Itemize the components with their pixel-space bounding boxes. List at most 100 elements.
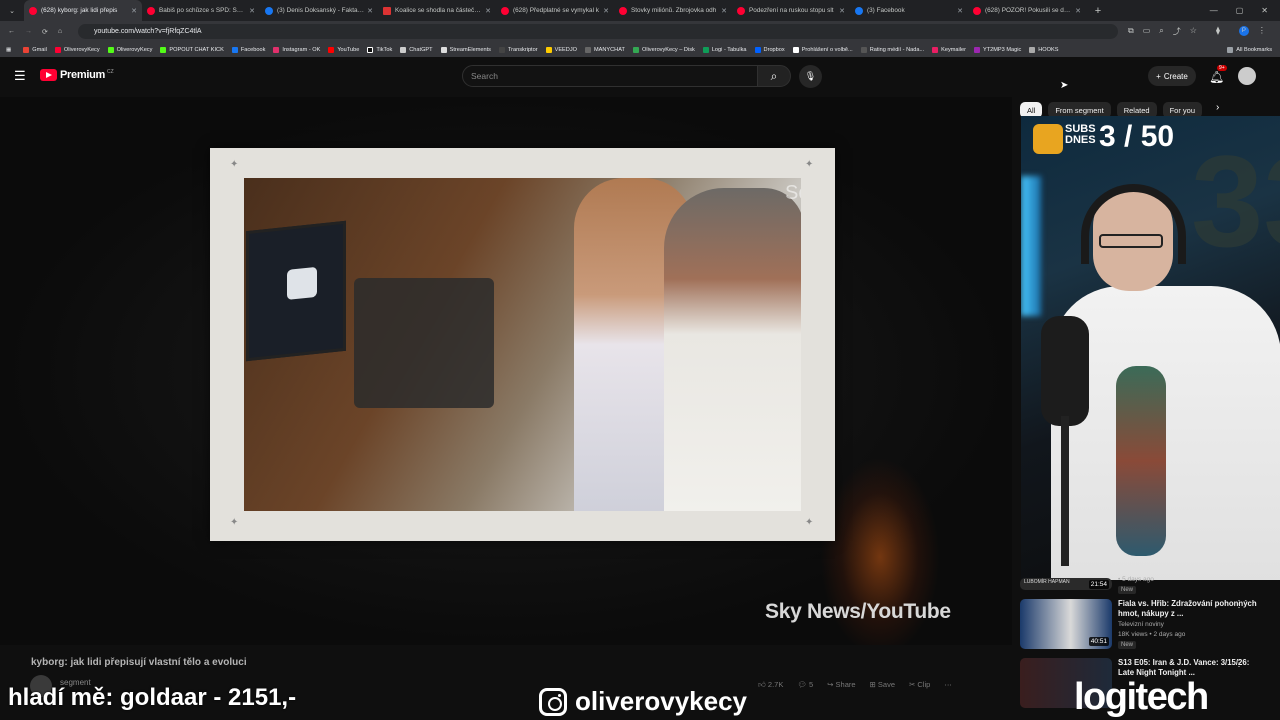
more-options-icon[interactable]: ⋯: [944, 680, 952, 690]
new-tab-button[interactable]: +: [1086, 0, 1110, 21]
hamburger-menu-icon[interactable]: ☰: [14, 68, 26, 84]
close-icon[interactable]: ✕: [839, 7, 845, 15]
all-bookmarks[interactable]: All Bookmarks: [1227, 46, 1272, 53]
share-icon[interactable]: ⤴: [1173, 26, 1181, 37]
save-button[interactable]: ⊞ Save: [870, 680, 895, 690]
extensions-icon[interactable]: ⧫: [1216, 26, 1220, 37]
bookmark-item[interactable]: ChatGPT: [400, 46, 433, 53]
clip-button[interactable]: ✂ Clip: [909, 680, 930, 690]
bookmarks-bar: ▦ Gmail OliverovyKecy OliverovyKecy POPO…: [0, 42, 1280, 57]
youtube-icon: [147, 6, 155, 15]
like-button[interactable]: 👍︎ 2.7K: [758, 680, 783, 690]
close-icon[interactable]: ✕: [957, 7, 963, 15]
new-badge: New: [1118, 586, 1137, 594]
bookmark-item[interactable]: StreamElements: [440, 46, 491, 53]
forward-icon[interactable]: →: [25, 28, 32, 35]
browser-tab[interactable]: (3) Denis Doksanský - Fakta vs. ✕: [260, 0, 378, 21]
close-window-icon[interactable]: ✕: [1261, 6, 1268, 15]
tab-search-button[interactable]: ⌄: [0, 0, 24, 21]
bookmark-item[interactable]: Rating médií - Nada...: [860, 46, 924, 53]
bookmark-item[interactable]: POPOUT CHAT KICK: [160, 46, 224, 53]
bookmark-item[interactable]: Logi - Tabulka: [702, 46, 747, 53]
notifications-button[interactable]: 🔔︎ 9+: [1209, 65, 1227, 86]
browser-tab[interactable]: Stovky miliónů. Zbrojovka odh ✕: [614, 0, 732, 21]
more-options-icon[interactable]: ⋮: [1234, 599, 1244, 610]
close-icon[interactable]: ✕: [249, 7, 255, 15]
subs-counter: 3 / 50: [1099, 120, 1175, 153]
bookmark-item[interactable]: Keymailer: [932, 46, 966, 53]
close-icon[interactable]: ✕: [485, 7, 491, 15]
man-figure: [664, 188, 801, 511]
facebook-icon: [855, 6, 863, 15]
browser-tab[interactable]: Koalice se shodla na částečném ✕: [378, 0, 496, 21]
zoom-icon[interactable]: ⌕: [1159, 26, 1163, 37]
list-item[interactable]: LUBOMÍR HAPMAN 21:54 • 5 days ago New: [1020, 576, 1270, 596]
menu-icon[interactable]: ⋮: [1258, 26, 1266, 37]
bookmark-item[interactable]: HOOKS: [1029, 46, 1058, 53]
bookmark-item[interactable]: OliverovyKecy: [107, 46, 152, 53]
bookmark-item[interactable]: Prohlášení o volbě...: [792, 46, 853, 53]
maximize-icon[interactable]: ▢: [1236, 6, 1244, 15]
mouse-cursor-icon: ➤: [1060, 80, 1069, 91]
close-icon[interactable]: ✕: [603, 7, 609, 15]
donation-ticker: hladí mě: goldaar - 2151,-: [8, 684, 297, 711]
video-player[interactable]: ✦ ✦ ✦ ✦ Sc Sky News/YouTube: [0, 97, 1012, 645]
bookmark-item[interactable]: YT2MP3 Magic: [974, 46, 1021, 53]
more-options-icon[interactable]: ⋮: [1234, 658, 1244, 669]
voice-search-button[interactable]: 🎙: [799, 65, 822, 88]
bookmark-item[interactable]: Instagram - OK: [273, 46, 320, 53]
browser-tab[interactable]: (628) kyborg: jak lidi přepis ✕: [24, 0, 142, 21]
youtube-icon: [737, 6, 745, 15]
search-input[interactable]: Search: [462, 65, 758, 87]
video-thumbnail: 40:51: [1020, 599, 1112, 649]
cast-icon[interactable]: ▭: [1143, 26, 1151, 37]
bookmark-item[interactable]: TikTok: [367, 46, 392, 53]
youtube-logo[interactable]: Premium CZ: [40, 69, 114, 81]
profile-icon[interactable]: P: [1238, 26, 1249, 36]
news-icon: [383, 6, 391, 15]
youtube-icon: [973, 6, 981, 15]
share-button[interactable]: ↪ Share: [827, 680, 855, 690]
frame-cross-mark: ✦: [230, 159, 239, 170]
close-icon[interactable]: ✕: [1075, 7, 1081, 15]
bookmark-item[interactable]: Facebook: [231, 46, 265, 53]
bookmark-item[interactable]: YouTube: [328, 46, 359, 53]
youtube-icon: [501, 6, 509, 15]
browser-tab[interactable]: Podezření na ruskou stopu slt ✕: [732, 0, 850, 21]
bookmark-item[interactable]: MANYCHAT: [584, 46, 625, 53]
bookmark-item[interactable]: Gmail: [23, 46, 47, 53]
home-icon[interactable]: ⌂: [58, 28, 62, 35]
microphone-icon: 🎙: [804, 71, 817, 81]
bookmark-item[interactable]: Dropbox: [754, 46, 785, 53]
robotic-arm: [354, 278, 494, 408]
chevron-down-icon: ⌄: [9, 7, 15, 15]
list-item[interactable]: 40:51 Fiala vs. Hřib: Zdražování pohonný…: [1020, 599, 1270, 654]
browser-tab[interactable]: (3) Facebook ✕: [850, 0, 968, 21]
balloon-numbers: 33: [1191, 128, 1280, 274]
video-duration: 40:51: [1088, 637, 1109, 646]
youtube-icon: [29, 6, 37, 15]
browser-tab[interactable]: Babiš po schůzce s SPD: Škrtn ✕: [142, 0, 260, 21]
video-credit: Sky News/YouTube: [765, 600, 951, 623]
apps-icon[interactable]: ▦: [6, 47, 11, 53]
comment-button[interactable]: 💬︎ 5: [797, 680, 813, 690]
bookmark-item[interactable]: VEEDJO: [545, 46, 577, 53]
search-button[interactable]: ⌕: [757, 65, 791, 87]
reload-icon[interactable]: ⟳: [42, 28, 48, 36]
bookmark-item[interactable]: OliverovyKecy: [54, 46, 100, 53]
address-bar[interactable]: youtube.com/watch?v=fjRfqZC4tlA: [78, 24, 1118, 39]
back-icon[interactable]: ←: [8, 28, 15, 35]
translate-icon[interactable]: ⧉: [1128, 26, 1134, 37]
bookmark-item[interactable]: OliverovyKecy – Disk: [632, 46, 695, 53]
create-button[interactable]: + Create: [1148, 66, 1196, 86]
avatar[interactable]: [1238, 67, 1256, 85]
bookmark-item[interactable]: Transkriptor: [498, 46, 538, 53]
bookmark-star-icon[interactable]: ☆: [1190, 26, 1197, 37]
close-icon[interactable]: ✕: [367, 7, 373, 15]
browser-tab[interactable]: (628) POZOR! Pokusili se dostat ✕: [968, 0, 1086, 21]
close-icon[interactable]: ✕: [131, 7, 137, 15]
youtube-header: ☰ Premium CZ Search ⌕ 🎙 + Create 🔔︎ 9+: [0, 57, 1280, 97]
minimize-icon[interactable]: —: [1210, 6, 1218, 15]
browser-tab[interactable]: (628) Předplatné se vymykal k ✕: [496, 0, 614, 21]
close-icon[interactable]: ✕: [721, 7, 727, 15]
